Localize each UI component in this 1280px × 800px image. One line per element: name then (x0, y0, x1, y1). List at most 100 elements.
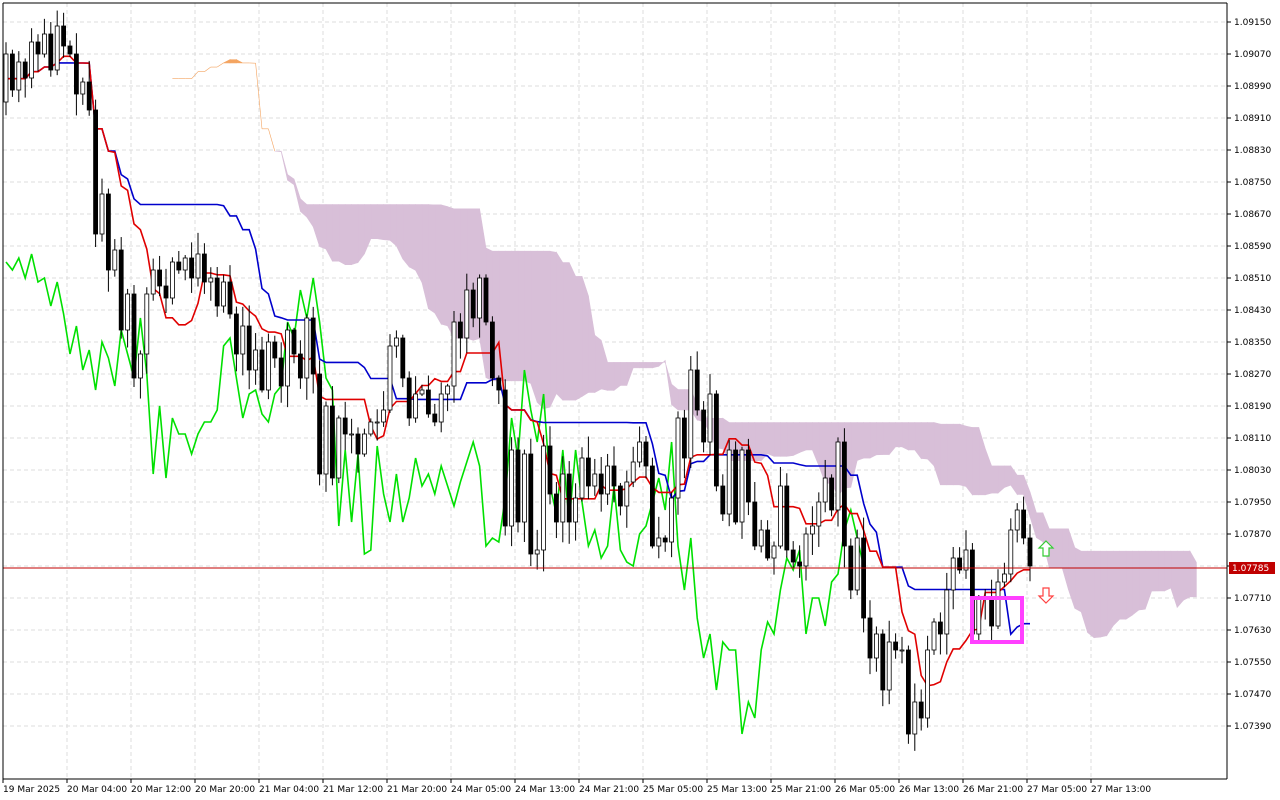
cloud-segment (895, 422, 903, 448)
candle-up (54, 25, 60, 71)
cloud-segment (1112, 550, 1120, 627)
cloud-segment (613, 362, 621, 391)
candle-down (432, 413, 438, 423)
cloud-segment (632, 362, 640, 369)
cloud-segment (645, 362, 653, 369)
price-tick-label: 1.08750 (1234, 178, 1271, 188)
cloud-segment (940, 423, 948, 486)
cloud-segment (434, 204, 442, 326)
candle-up (605, 465, 610, 495)
candle-up (771, 545, 777, 559)
cloud-segment (1004, 465, 1012, 488)
candle-up (950, 557, 956, 591)
candle-up (112, 249, 118, 271)
candle-up (3, 53, 9, 103)
candle-down (989, 597, 994, 627)
cloud-segment (440, 204, 448, 327)
candle-up (534, 549, 540, 555)
cloud-segment (517, 250, 525, 382)
cloud-segment (370, 204, 378, 240)
candle-down (355, 433, 361, 455)
cloud-segment (965, 425, 973, 496)
time-tick-label: 19 Mar 2025 (3, 785, 60, 795)
candle-up (803, 533, 809, 567)
candle-up (387, 345, 393, 411)
cloud-segment (575, 276, 583, 401)
cloud-segment (1055, 528, 1063, 568)
cloud-segment (946, 423, 954, 486)
candle-down (643, 441, 649, 467)
cloud-segment (805, 422, 813, 451)
price-tick-label: 1.08430 (1234, 306, 1271, 316)
cloud-segment (620, 362, 628, 386)
candle-up (758, 529, 764, 547)
cloud-segment (1183, 550, 1191, 601)
candle-up (573, 497, 578, 523)
candle-down (342, 417, 348, 435)
candle-down (329, 405, 335, 479)
chart-background (0, 0, 1280, 800)
candle-up (675, 417, 681, 499)
candle-up (240, 325, 246, 355)
candle-up (669, 497, 674, 543)
candle-up (739, 449, 745, 523)
candle-down (483, 277, 489, 323)
candle-up (419, 389, 425, 395)
candle-down (650, 465, 655, 547)
cloud-segment (568, 262, 576, 401)
time-tick-label: 26 Mar 05:00 (835, 785, 895, 795)
cloud-segment (959, 423, 967, 487)
cloud-segment (792, 422, 800, 457)
candle-up (810, 525, 815, 535)
price-tick-label: 1.07550 (1234, 658, 1271, 668)
time-tick-label: 24 Mar 05:00 (451, 785, 511, 795)
candle-down (406, 377, 412, 419)
candle-up (630, 461, 636, 483)
cloud-segment (767, 422, 775, 457)
cloud-segment (856, 422, 864, 461)
candle-up (99, 193, 105, 235)
candle-down (554, 493, 559, 523)
candle-down (22, 61, 28, 79)
candle-down (515, 449, 521, 523)
candle-up (976, 597, 982, 635)
candle-down (746, 449, 751, 503)
cloud-segment (319, 204, 327, 250)
candle-down (86, 81, 92, 111)
candle-down (106, 193, 111, 271)
candle-up (835, 441, 841, 511)
price-tick-label: 1.09070 (1234, 50, 1271, 60)
candle-up (16, 61, 22, 91)
cloud-segment (389, 204, 397, 247)
cloud-segment (607, 362, 615, 391)
cloud-segment (536, 250, 544, 410)
price-tick-label: 1.07710 (1234, 594, 1271, 604)
candle-up (125, 293, 130, 331)
candle-down (9, 53, 15, 91)
cloud-segment (991, 465, 999, 494)
candle-down (790, 549, 796, 563)
candle-down (720, 485, 726, 515)
time-tick-label: 21 Mar 12:00 (323, 785, 383, 795)
candle-down (317, 373, 323, 475)
time-tick-label: 25 Mar 13:00 (707, 785, 767, 795)
cloud-segment (562, 262, 570, 401)
price-tick-label: 1.09150 (1234, 18, 1271, 28)
cloud-segment (530, 250, 538, 403)
candle-up (522, 453, 527, 523)
cloud-segment (1151, 550, 1159, 592)
cloud-segment (338, 204, 346, 266)
cloud-segment (383, 204, 391, 241)
candle-down (867, 617, 873, 659)
candle-down (842, 441, 847, 547)
candle-up (560, 473, 566, 523)
candle-down (489, 321, 495, 379)
candle-up (707, 393, 713, 443)
cloud-segment (927, 422, 935, 467)
price-tick-label: 1.08270 (1234, 370, 1271, 380)
candle-down (227, 281, 233, 315)
time-tick-label: 27 Mar 05:00 (1027, 785, 1087, 795)
candle-up (656, 537, 662, 547)
time-tick-label: 26 Mar 21:00 (963, 785, 1023, 795)
time-tick-label: 21 Mar 20:00 (387, 785, 447, 795)
